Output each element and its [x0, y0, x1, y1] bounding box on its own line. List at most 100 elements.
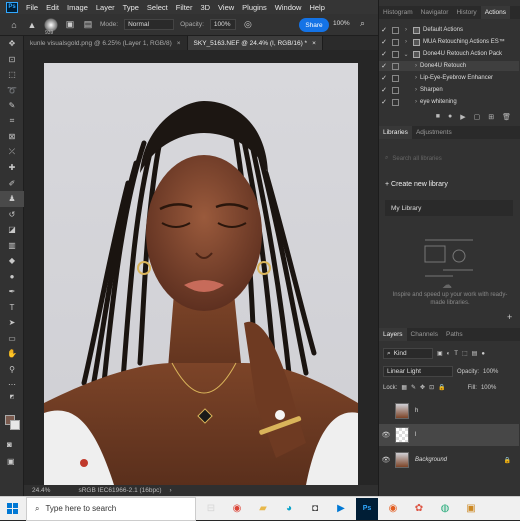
- filter-toggle-icon[interactable]: ●: [481, 351, 485, 357]
- chevron-right-icon[interactable]: ›: [402, 27, 410, 33]
- check-icon[interactable]: ✓: [379, 74, 389, 82]
- move-tool-icon[interactable]: ✥: [0, 36, 24, 52]
- menu-type[interactable]: Type: [119, 3, 143, 12]
- action-set-row[interactable]: ✓ ⌄ Done4U Retouch Action Pack: [379, 49, 519, 59]
- lock-all-icon[interactable]: 🔒: [438, 384, 445, 391]
- search-icon[interactable]: ⌕: [360, 18, 365, 29]
- menu-select[interactable]: Select: [143, 3, 172, 12]
- chevron-down-icon[interactable]: ⌄: [402, 51, 410, 58]
- action-row-selected[interactable]: ✓ › Done4U Retouch: [379, 61, 519, 71]
- tab-sky-5163[interactable]: SKY_5163.NEF @ 24.4% (I, RGB/16) * ×: [187, 36, 323, 50]
- clone-source-icon[interactable]: ▤: [82, 19, 94, 31]
- dialog-toggle[interactable]: [392, 62, 399, 70]
- tab-libraries[interactable]: Libraries: [379, 126, 412, 139]
- menu-edit[interactable]: Edit: [42, 3, 63, 12]
- tab-close-icon[interactable]: ×: [312, 40, 316, 47]
- clone-stamp-tool-icon[interactable]: ♟: [0, 191, 24, 207]
- path-selection-tool-icon[interactable]: ➤: [0, 315, 24, 331]
- home-icon[interactable]: ⌂: [8, 19, 20, 31]
- shape-filter-icon[interactable]: ⬚: [462, 350, 468, 357]
- task-view-icon[interactable]: ⊟: [200, 498, 222, 520]
- dialog-toggle[interactable]: [392, 74, 399, 82]
- background-color-swatch[interactable]: [10, 420, 20, 430]
- tab-kunle-visualsgold[interactable]: kunle visualsgold.png @ 6.25% (Layer 1, …: [24, 36, 188, 50]
- flow-value[interactable]: 100%: [333, 20, 350, 27]
- lock-artboard-icon[interactable]: ⊡: [429, 384, 434, 391]
- library-search[interactable]: ⌕ Search all libraries: [385, 153, 513, 164]
- type-tool-icon[interactable]: T: [0, 300, 24, 316]
- dialog-toggle[interactable]: [392, 38, 399, 46]
- check-icon[interactable]: ✓: [379, 98, 389, 106]
- gradient-tool-icon[interactable]: ▥: [0, 238, 24, 254]
- quick-select-tool-icon[interactable]: ✎: [0, 98, 24, 114]
- browser-icon[interactable]: ◉: [382, 498, 404, 520]
- tab-paths[interactable]: Paths: [442, 328, 467, 341]
- action-set-row[interactable]: ✓ › Default Actions: [379, 25, 519, 35]
- lasso-tool-icon[interactable]: ➰: [0, 83, 24, 99]
- menu-help[interactable]: Help: [305, 3, 328, 12]
- check-icon[interactable]: ✓: [379, 50, 389, 58]
- chrome-icon[interactable]: ◉: [226, 498, 248, 520]
- healing-brush-tool-icon[interactable]: ✚: [0, 160, 24, 176]
- menu-window[interactable]: Window: [271, 3, 306, 12]
- menu-file[interactable]: File: [22, 3, 42, 12]
- lock-paint-icon[interactable]: ✎: [411, 384, 416, 391]
- tab-history[interactable]: History: [452, 6, 480, 19]
- tab-close-icon[interactable]: ×: [177, 40, 181, 47]
- file-explorer-icon[interactable]: ▰: [252, 498, 274, 520]
- action-set-row[interactable]: ✓ › MUA Retouching Actions ES™: [379, 37, 519, 47]
- stop-icon[interactable]: ■: [436, 113, 440, 120]
- screen-mode-icon[interactable]: ▣: [7, 457, 15, 466]
- layer-row-background[interactable]: 👁 Background 🔒: [379, 449, 519, 471]
- blend-mode-dropdown[interactable]: Linear Light: [383, 366, 453, 377]
- action-row[interactable]: ✓ › eye whitening: [379, 97, 519, 107]
- quick-mask-icon[interactable]: ◙: [7, 440, 12, 449]
- menu-layer[interactable]: Layer: [92, 3, 119, 12]
- brush-tool-icon[interactable]: ✐: [0, 176, 24, 192]
- chevron-right-icon[interactable]: ›: [412, 63, 420, 69]
- check-icon[interactable]: ✓: [379, 26, 389, 34]
- eyedropper-tool-icon[interactable]: ⤫: [0, 145, 24, 161]
- dialog-toggle[interactable]: [392, 26, 399, 34]
- tab-actions[interactable]: Actions: [480, 6, 511, 19]
- menu-3d[interactable]: 3D: [196, 3, 214, 12]
- status-arrow-icon[interactable]: ›: [170, 487, 172, 494]
- chevron-right-icon[interactable]: ›: [412, 87, 420, 93]
- tab-histogram[interactable]: Histogram: [379, 6, 417, 19]
- clone-stamp-tool-icon[interactable]: ▲: [26, 19, 38, 31]
- brush-preset-picker[interactable]: 939: [44, 17, 58, 36]
- dodge-tool-icon[interactable]: ●: [0, 269, 24, 285]
- my-library-item[interactable]: My Library: [385, 200, 513, 216]
- share-button[interactable]: Share: [299, 18, 329, 32]
- chevron-right-icon[interactable]: ›: [412, 75, 420, 81]
- check-icon[interactable]: ✓: [379, 38, 389, 46]
- new-action-icon[interactable]: ⊞: [488, 113, 494, 121]
- record-icon[interactable]: ●: [448, 113, 452, 120]
- pen-tool-icon[interactable]: ✒: [0, 284, 24, 300]
- artboard-tool-icon[interactable]: ⊡: [0, 52, 24, 68]
- hand-tool-icon[interactable]: ✋: [0, 346, 24, 362]
- camera-app-icon[interactable]: ◘: [304, 498, 326, 520]
- edge-icon[interactable]: ◕: [278, 498, 300, 520]
- notes-icon[interactable]: ▣: [460, 498, 482, 520]
- layer-opacity-value[interactable]: 100%: [483, 369, 498, 375]
- zoom-level[interactable]: 24.4%: [32, 487, 50, 494]
- pixel-filter-icon[interactable]: ▣: [437, 350, 443, 357]
- mode-dropdown[interactable]: Normal: [124, 19, 175, 30]
- zoom-tool-icon[interactable]: ⚲: [0, 362, 24, 378]
- portrait-photo[interactable]: [44, 63, 358, 485]
- kind-filter-dropdown[interactable]: ⌕ Kind: [383, 348, 433, 359]
- smart-filter-icon[interactable]: ▤: [472, 350, 478, 357]
- check-icon[interactable]: ✓: [379, 62, 389, 70]
- dialog-toggle[interactable]: [392, 86, 399, 94]
- layer-row-l[interactable]: 👁 l: [379, 424, 519, 446]
- opacity-field[interactable]: 100%: [209, 19, 236, 30]
- pressure-opacity-icon[interactable]: ◎: [242, 19, 254, 31]
- chat-icon[interactable]: ◍: [434, 498, 456, 520]
- menu-view[interactable]: View: [214, 3, 238, 12]
- rectangle-tool-icon[interactable]: ▭: [0, 331, 24, 347]
- marquee-tool-icon[interactable]: ⬚: [0, 67, 24, 83]
- check-icon[interactable]: ✓: [379, 86, 389, 94]
- chevron-right-icon[interactable]: ›: [412, 99, 420, 105]
- lock-position-icon[interactable]: ✥: [420, 384, 425, 391]
